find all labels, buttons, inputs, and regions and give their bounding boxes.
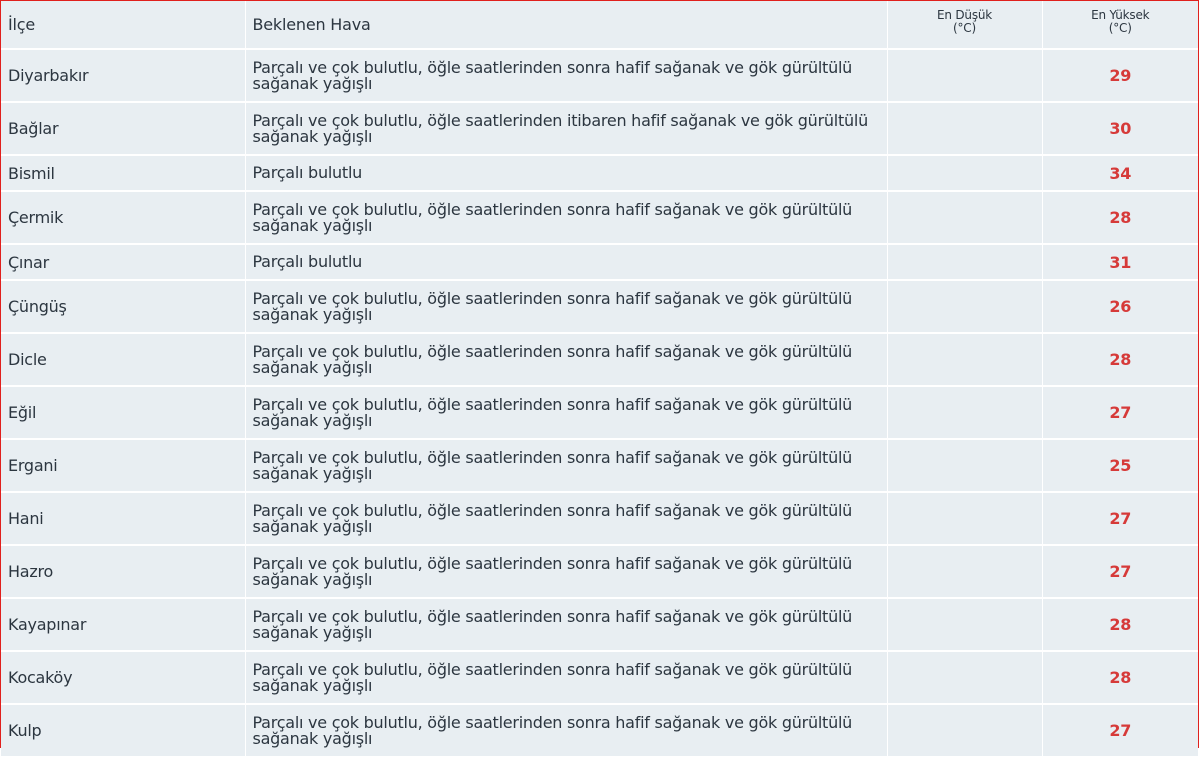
district-cell: Bağlar <box>1 102 246 156</box>
min-temp-cell <box>887 386 1043 440</box>
district-cell: Çüngüş <box>1 280 246 334</box>
district-cell: Kayapınar <box>1 598 246 652</box>
max-temp-cell: 26 <box>1042 280 1198 334</box>
table-row: Bağlar Parçalı ve çok bulutlu, öğle saat… <box>1 102 1198 156</box>
table-header: İlçe Beklenen Hava En Düşük (°C) En Yüks… <box>1 1 1198 50</box>
table-row: Hazro Parçalı ve çok bulutlu, öğle saatl… <box>1 545 1198 599</box>
weather-cell: Parçalı ve çok bulutlu, öğle saatlerinde… <box>245 598 888 652</box>
max-temp-header-unit: (°C) <box>1108 21 1132 35</box>
weather-cell: Parçalı ve çok bulutlu, öğle saatlerinde… <box>245 704 888 758</box>
max-temp-cell: 27 <box>1042 545 1198 599</box>
max-temp-cell: 27 <box>1042 704 1198 758</box>
max-temp-cell: 28 <box>1042 598 1198 652</box>
min-temp-cell <box>887 651 1043 705</box>
min-temp-cell <box>887 492 1043 546</box>
district-column-header: İlçe <box>1 1 246 50</box>
max-temp-cell: 27 <box>1042 492 1198 546</box>
forecast-panel: İlçe Beklenen Hava En Düşük (°C) En Yüks… <box>0 0 1199 758</box>
table-row: Kulp Parçalı ve çok bulutlu, öğle saatle… <box>1 704 1198 758</box>
min-temp-cell <box>887 280 1043 334</box>
min-temp-cell <box>887 598 1043 652</box>
district-cell: Hazro <box>1 545 246 599</box>
district-cell: Diyarbakır <box>1 49 246 103</box>
district-cell: Kulp <box>1 704 246 758</box>
table-row: Bismil Parçalı bulutlu 34 <box>1 155 1198 192</box>
max-temp-cell: 31 <box>1042 244 1198 281</box>
weather-cell: Parçalı ve çok bulutlu, öğle saatlerinde… <box>245 492 888 546</box>
district-cell: Çınar <box>1 244 246 281</box>
weather-cell: Parçalı ve çok bulutlu, öğle saatlerinde… <box>245 651 888 705</box>
min-temp-cell <box>887 244 1043 281</box>
weather-cell: Parçalı ve çok bulutlu, öğle saatlerinde… <box>245 191 888 245</box>
weather-cell: Parçalı ve çok bulutlu, öğle saatlerinde… <box>245 49 888 103</box>
table-row: Kayapınar Parçalı ve çok bulutlu, öğle s… <box>1 598 1198 652</box>
weather-cell: Parçalı bulutlu <box>245 155 888 192</box>
district-cell: Dicle <box>1 333 246 387</box>
min-temp-cell <box>887 333 1043 387</box>
district-cell: Hani <box>1 492 246 546</box>
min-temp-header-unit: (°C) <box>953 21 976 35</box>
weather-cell: Parçalı bulutlu <box>245 244 888 281</box>
min-temp-cell <box>887 191 1043 245</box>
table-row: Dicle Parçalı ve çok bulutlu, öğle saatl… <box>1 333 1198 387</box>
weather-cell: Parçalı ve çok bulutlu, öğle saatlerinde… <box>245 439 888 493</box>
max-temp-cell: 29 <box>1042 49 1198 103</box>
min-temp-cell <box>887 102 1043 156</box>
district-cell: Çermik <box>1 191 246 245</box>
table-row: Çermik Parçalı ve çok bulutlu, öğle saat… <box>1 191 1198 245</box>
district-cell: Kocaköy <box>1 651 246 705</box>
table-row: Çınar Parçalı bulutlu 31 <box>1 244 1198 281</box>
weather-cell: Parçalı ve çok bulutlu, öğle saatlerinde… <box>245 545 888 599</box>
table-row: Çüngüş Parçalı ve çok bulutlu, öğle saat… <box>1 280 1198 334</box>
max-temp-cell: 28 <box>1042 651 1198 705</box>
table-row: Ergani Parçalı ve çok bulutlu, öğle saat… <box>1 439 1198 493</box>
weather-cell: Parçalı ve çok bulutlu, öğle saatlerinde… <box>245 386 888 440</box>
district-forecast-table: İlçe Beklenen Hava En Düşük (°C) En Yüks… <box>1 1 1198 758</box>
district-cell: Bismil <box>1 155 246 192</box>
max-temp-cell: 27 <box>1042 386 1198 440</box>
weather-cell: Parçalı ve çok bulutlu, öğle saatlerinde… <box>245 280 888 334</box>
district-cell: Ergani <box>1 439 246 493</box>
min-temp-cell <box>887 545 1043 599</box>
table-body: Diyarbakır Parçalı ve çok bulutlu, öğle … <box>1 49 1198 758</box>
min-temp-column-header: En Düşük (°C) <box>887 1 1043 50</box>
min-temp-cell <box>887 49 1043 103</box>
max-temp-cell: 28 <box>1042 191 1198 245</box>
max-temp-cell: 30 <box>1042 102 1198 156</box>
min-temp-cell <box>887 704 1043 758</box>
min-temp-cell <box>887 155 1043 192</box>
table-row: Eğil Parçalı ve çok bulutlu, öğle saatle… <box>1 386 1198 440</box>
header-row: İlçe Beklenen Hava En Düşük (°C) En Yüks… <box>1 1 1198 50</box>
weather-cell: Parçalı ve çok bulutlu, öğle saatlerinde… <box>245 333 888 387</box>
district-cell: Eğil <box>1 386 246 440</box>
table-row: Kocaköy Parçalı ve çok bulutlu, öğle saa… <box>1 651 1198 705</box>
max-temp-column-header: En Yüksek (°C) <box>1042 1 1198 50</box>
table-row: Hani Parçalı ve çok bulutlu, öğle saatle… <box>1 492 1198 546</box>
weather-column-header: Beklenen Hava <box>245 1 888 50</box>
min-temp-cell <box>887 439 1043 493</box>
weather-cell: Parçalı ve çok bulutlu, öğle saatlerinde… <box>245 102 888 156</box>
max-temp-cell: 28 <box>1042 333 1198 387</box>
table-row: Diyarbakır Parçalı ve çok bulutlu, öğle … <box>1 49 1198 103</box>
max-temp-cell: 25 <box>1042 439 1198 493</box>
max-temp-cell: 34 <box>1042 155 1198 192</box>
